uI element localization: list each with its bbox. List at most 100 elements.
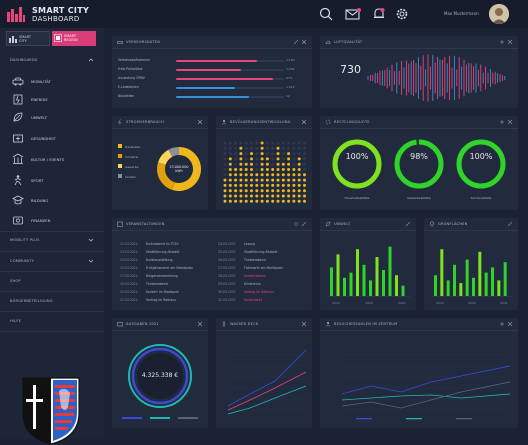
population-dot: [287, 168, 291, 171]
population-dot: [281, 199, 285, 203]
event-title[interactable]: Theaterabend: [146, 282, 168, 286]
divider: [0, 231, 104, 232]
chevron-down-icon[interactable]: [88, 258, 94, 264]
population-dot: [228, 152, 232, 156]
population-dot: [255, 183, 259, 187]
population-dot: [223, 183, 227, 187]
section-shop[interactable]: SHOP: [10, 279, 21, 283]
event-title[interactable]: Vortrag im Rathaus: [146, 298, 176, 302]
event-title[interactable]: Stadtführung Altstadt: [146, 250, 180, 254]
section-mobility-plus[interactable]: MOBILITY PLUS: [10, 238, 40, 242]
population-dot: [281, 194, 285, 198]
section-citizen-participation[interactable]: BÜRGERBETEILIGUNG: [10, 299, 53, 303]
population-dot: [303, 178, 306, 182]
event-title[interactable]: Konzert im Stadtpark: [146, 290, 179, 294]
population-dot: [292, 168, 296, 171]
traffic-value: 1.210: [286, 85, 295, 89]
event-title[interactable]: Lesung: [244, 242, 255, 246]
list-icon[interactable]: [293, 221, 299, 227]
population-dot: [244, 173, 248, 177]
sidebar-item-environment[interactable]: UMWELT: [12, 111, 92, 125]
energy-icon: [13, 94, 23, 105]
close-icon[interactable]: [301, 321, 307, 327]
event-title[interactable]: Theaterabend: [244, 258, 266, 262]
event-title[interactable]: Kinderkino: [244, 282, 261, 286]
close-icon[interactable]: [507, 321, 513, 327]
edit-icon[interactable]: [507, 221, 513, 227]
section-community[interactable]: COMMUNITY: [10, 259, 34, 263]
panel-title: GRÜNFLÄCHEN: [438, 222, 468, 226]
edit-icon[interactable]: [293, 39, 299, 45]
population-dot: [265, 146, 269, 150]
section-help[interactable]: HILFE: [10, 319, 21, 323]
sidebar-item-health[interactable]: GESUNDHEIT: [12, 132, 92, 146]
search-icon[interactable]: [319, 7, 333, 21]
recycle-icon: [325, 119, 331, 125]
event-title[interactable]: Bürgerversammlung: [146, 274, 178, 278]
population-dot: [244, 141, 248, 145]
section-dashboards[interactable]: DASHBOARDS: [10, 58, 37, 62]
bar: [446, 280, 450, 296]
population-dot: [297, 194, 301, 198]
population-dot: [271, 199, 275, 203]
population-dot: [244, 157, 248, 161]
event-title[interactable]: Konzertabend: [244, 274, 265, 278]
event-title[interactable]: Frühjahrsmarkt am Marktplatz: [146, 266, 193, 270]
gear-icon[interactable]: [395, 7, 409, 21]
population-dot: [228, 183, 232, 187]
event-title[interactable]: Flohmarkt am Marktplatz: [244, 266, 283, 270]
budget-legend: [122, 417, 198, 419]
bell-icon[interactable]: [372, 7, 386, 21]
close-icon[interactable]: [197, 321, 203, 327]
population-dot: [297, 162, 301, 166]
population-dot: [265, 183, 269, 187]
event-title[interactable]: Kulturabend im TCSV: [146, 242, 179, 246]
sidebar-item-mobility[interactable]: MOBILITÄT: [12, 75, 92, 89]
tab-smart-city[interactable]: SMART CITY: [6, 31, 50, 46]
event-title[interactable]: Kunstmarkt: [244, 298, 262, 302]
population-dot: [234, 189, 238, 193]
panel-traffic: VERKEHRSDATEN Verkehrsaufkommen 1.180 Frei…: [112, 36, 312, 108]
event-title[interactable]: Vortrag im Rathaus: [244, 290, 274, 294]
close-icon[interactable]: [301, 119, 307, 125]
legend-swatch: [356, 418, 372, 420]
tab-smart-region[interactable]: SMART REGION: [52, 31, 96, 46]
chevron-up-icon[interactable]: [88, 57, 94, 63]
sidebar-item-energy[interactable]: ENERGIE: [12, 93, 92, 107]
population-dot: [287, 152, 291, 156]
add-icon[interactable]: [499, 119, 505, 125]
recycling-value-2: 98%: [410, 152, 428, 161]
legend-swatch: [456, 418, 472, 420]
population-dot: [239, 168, 243, 171]
mail-icon[interactable]: [345, 7, 361, 21]
user-name[interactable]: Max Mustermann: [444, 11, 479, 16]
event-title[interactable]: Stadtführung Altstadt: [244, 250, 278, 254]
sidebar-item-sport[interactable]: SPORT: [12, 174, 92, 188]
close-icon[interactable]: [301, 39, 307, 45]
add-icon[interactable]: [499, 321, 505, 327]
panel-title: AUSGABEN 2021: [126, 322, 159, 326]
sidebar-item-education[interactable]: BILDUNG: [12, 194, 92, 208]
edit-icon[interactable]: [301, 221, 307, 227]
event-title[interactable]: Kunstausstellung: [146, 258, 172, 262]
population-dot: [276, 173, 280, 177]
bar: [503, 262, 507, 296]
population-dot: [255, 194, 259, 198]
edit-icon[interactable]: [405, 221, 411, 227]
avatar[interactable]: [489, 4, 509, 24]
close-icon[interactable]: [197, 119, 203, 125]
population-dot: [260, 199, 264, 203]
population-dot: [292, 189, 296, 193]
population-dot: [255, 189, 259, 193]
add-icon[interactable]: [499, 39, 505, 45]
panel-environment: UMWELT 2019 2020 2021: [320, 218, 416, 310]
close-icon[interactable]: [507, 119, 513, 125]
population-dot: [239, 173, 243, 177]
population-dot: [234, 157, 238, 161]
sidebar-item-finance[interactable]: FINANZEN: [12, 214, 92, 228]
population-dot: [271, 173, 275, 177]
sidebar-item-culture[interactable]: KULTUR / EVENTS: [12, 153, 92, 167]
chevron-down-icon[interactable]: [88, 237, 94, 243]
close-icon[interactable]: [507, 39, 513, 45]
population-dot: [234, 146, 238, 150]
